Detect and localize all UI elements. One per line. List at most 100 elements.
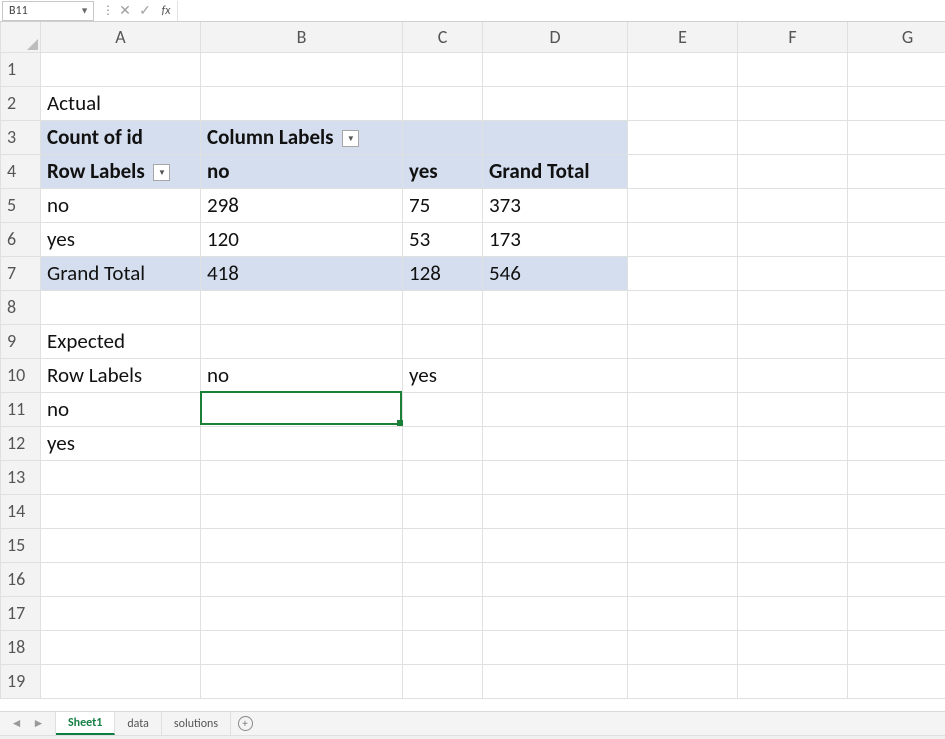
cell-G13[interactable]	[848, 460, 945, 494]
cell-C7[interactable]: 128	[403, 256, 483, 290]
cell-G15[interactable]	[848, 528, 945, 562]
cell-D17[interactable]	[483, 596, 628, 630]
cell-E19[interactable]	[628, 664, 738, 698]
cell-B11[interactable]	[201, 392, 403, 426]
row-header[interactable]: 9	[1, 324, 41, 358]
cell-D16[interactable]	[483, 562, 628, 596]
row-header[interactable]: 4	[1, 154, 41, 188]
cell-E7[interactable]	[628, 256, 738, 290]
row-header[interactable]: 13	[1, 460, 41, 494]
cell-C3[interactable]	[403, 120, 483, 154]
cell-A11[interactable]: no	[41, 392, 201, 426]
cancel-button[interactable]: ✕	[115, 2, 135, 19]
cell-D8[interactable]	[483, 290, 628, 324]
cell-A5[interactable]: no	[41, 188, 201, 222]
cell-E9[interactable]	[628, 324, 738, 358]
cell-G9[interactable]	[848, 324, 945, 358]
cell-B9[interactable]	[201, 324, 403, 358]
cell-G7[interactable]	[848, 256, 945, 290]
row-header[interactable]: 7	[1, 256, 41, 290]
cell-G2[interactable]	[848, 86, 945, 120]
cell-G11[interactable]	[848, 392, 945, 426]
cell-D13[interactable]	[483, 460, 628, 494]
cell-E15[interactable]	[628, 528, 738, 562]
cell-B16[interactable]	[201, 562, 403, 596]
cell-G17[interactable]	[848, 596, 945, 630]
row-header[interactable]: 3	[1, 120, 41, 154]
row-header[interactable]: 5	[1, 188, 41, 222]
cell-D2[interactable]	[483, 86, 628, 120]
cell-F1[interactable]	[738, 52, 848, 86]
col-header-F[interactable]: F	[738, 22, 848, 52]
row-header[interactable]: 8	[1, 290, 41, 324]
cell-E1[interactable]	[628, 52, 738, 86]
enter-button[interactable]: ✓	[135, 2, 155, 19]
cell-A7[interactable]: Grand Total	[41, 256, 201, 290]
cell-G8[interactable]	[848, 290, 945, 324]
cell-E12[interactable]	[628, 426, 738, 460]
cell-F18[interactable]	[738, 630, 848, 664]
cell-F9[interactable]	[738, 324, 848, 358]
cell-D11[interactable]	[483, 392, 628, 426]
sheet-tab-data[interactable]: data	[115, 712, 162, 735]
cell-A12[interactable]: yes	[41, 426, 201, 460]
tab-next-icon[interactable]: ►	[33, 716, 45, 731]
cell-E18[interactable]	[628, 630, 738, 664]
cell-D18[interactable]	[483, 630, 628, 664]
cell-A8[interactable]	[41, 290, 201, 324]
cell-E4[interactable]	[628, 154, 738, 188]
cell-F17[interactable]	[738, 596, 848, 630]
cell-A1[interactable]	[41, 52, 201, 86]
cell-E6[interactable]	[628, 222, 738, 256]
row-header[interactable]: 11	[1, 392, 41, 426]
cell-G19[interactable]	[848, 664, 945, 698]
cell-E16[interactable]	[628, 562, 738, 596]
cell-D10[interactable]	[483, 358, 628, 392]
row-labels-filter-button[interactable]: ▼	[153, 164, 170, 181]
col-header-C[interactable]: C	[403, 22, 483, 52]
cell-C16[interactable]	[403, 562, 483, 596]
cell-D19[interactable]	[483, 664, 628, 698]
cell-C12[interactable]	[403, 426, 483, 460]
sheet-tab-solutions[interactable]: solutions	[162, 712, 231, 735]
cell-D9[interactable]	[483, 324, 628, 358]
cell-D7[interactable]: 546	[483, 256, 628, 290]
cell-B10[interactable]: no	[201, 358, 403, 392]
cell-C18[interactable]	[403, 630, 483, 664]
cell-C2[interactable]	[403, 86, 483, 120]
cell-E13[interactable]	[628, 460, 738, 494]
row-header[interactable]: 15	[1, 528, 41, 562]
cell-G18[interactable]	[848, 630, 945, 664]
row-header[interactable]: 17	[1, 596, 41, 630]
row-header[interactable]: 1	[1, 52, 41, 86]
cell-C9[interactable]	[403, 324, 483, 358]
cell-E11[interactable]	[628, 392, 738, 426]
col-header-D[interactable]: D	[483, 22, 628, 52]
cell-B13[interactable]	[201, 460, 403, 494]
row-header[interactable]: 2	[1, 86, 41, 120]
cell-B1[interactable]	[201, 52, 403, 86]
col-header-G[interactable]: G	[848, 22, 945, 52]
spreadsheet-grid[interactable]: A B C D E F G 1 2 Actu	[0, 22, 945, 711]
cell-F14[interactable]	[738, 494, 848, 528]
cell-G6[interactable]	[848, 222, 945, 256]
col-header-B[interactable]: B	[201, 22, 403, 52]
cell-B19[interactable]	[201, 664, 403, 698]
cell-C11[interactable]	[403, 392, 483, 426]
cell-E14[interactable]	[628, 494, 738, 528]
cell-F2[interactable]	[738, 86, 848, 120]
cell-F13[interactable]	[738, 460, 848, 494]
row-header[interactable]: 14	[1, 494, 41, 528]
cell-A9[interactable]: Expected	[41, 324, 201, 358]
cell-B2[interactable]	[201, 86, 403, 120]
cell-E17[interactable]	[628, 596, 738, 630]
row-header[interactable]: 19	[1, 664, 41, 698]
cell-G14[interactable]	[848, 494, 945, 528]
cell-C17[interactable]	[403, 596, 483, 630]
cell-C15[interactable]	[403, 528, 483, 562]
cell-D3[interactable]	[483, 120, 628, 154]
cell-A10[interactable]: Row Labels	[41, 358, 201, 392]
cell-C10[interactable]: yes	[403, 358, 483, 392]
row-header[interactable]: 16	[1, 562, 41, 596]
cell-C13[interactable]	[403, 460, 483, 494]
